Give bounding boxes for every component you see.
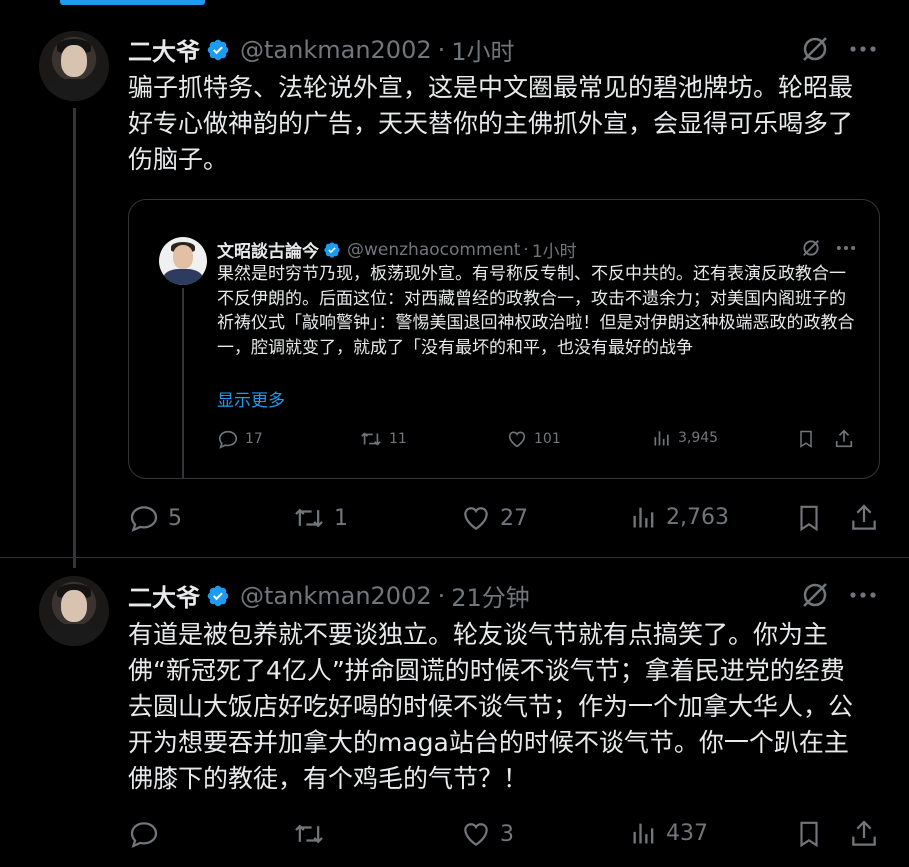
views-count: 2,763 bbox=[666, 504, 729, 530]
reply-button[interactable] bbox=[128, 818, 160, 850]
timestamp[interactable]: 21分钟 bbox=[451, 578, 530, 613]
reply-icon bbox=[130, 822, 158, 849]
quote-thread-line bbox=[182, 288, 184, 478]
views-count: 437 bbox=[666, 820, 708, 846]
quote-text: 果然是时穷节乃现，板荡现外宣。有号称反专制、不反中共的。还有表演反政教合一不反伊… bbox=[217, 264, 855, 358]
reply-icon bbox=[218, 430, 238, 449]
avatar[interactable] bbox=[39, 576, 109, 646]
reply-icon bbox=[130, 506, 158, 533]
like-button[interactable]: 27 bbox=[460, 502, 528, 534]
tweet-text: 骗子抓特务、法轮说外宣，这是中文圈最常见的碧池牌坊。轮昭最好专心做神韵的广告，天… bbox=[128, 73, 854, 174]
like-icon bbox=[464, 507, 488, 531]
reply-count: 5 bbox=[168, 505, 182, 531]
quote-author-handle[interactable]: @wenzhaocomment bbox=[347, 240, 520, 260]
quote-timestamp[interactable]: 1小时 bbox=[532, 237, 577, 262]
author-name[interactable]: 二大爷 bbox=[128, 578, 200, 613]
more-icon[interactable] bbox=[848, 588, 878, 602]
bookmark-icon[interactable] bbox=[794, 818, 824, 850]
tweet-divider bbox=[0, 557, 909, 558]
bookmark-icon[interactable] bbox=[796, 428, 816, 450]
like-count: 27 bbox=[500, 505, 528, 531]
quote-header: 文昭談古論今 @wenzhaocomment · 1小时 bbox=[217, 237, 577, 263]
grok-icon[interactable] bbox=[800, 34, 830, 64]
reply-count: 17 bbox=[245, 431, 263, 447]
author-handle[interactable]: @tankman2002 bbox=[240, 36, 432, 64]
active-tab-indicator bbox=[60, 0, 205, 5]
author-name[interactable]: 二大爷 bbox=[128, 32, 200, 67]
author-handle[interactable]: @tankman2002 bbox=[240, 582, 432, 610]
grok-icon[interactable] bbox=[801, 238, 821, 258]
more-icon[interactable] bbox=[835, 243, 857, 253]
timestamp[interactable]: 1小时 bbox=[451, 32, 514, 67]
bookmark-icon[interactable] bbox=[794, 502, 824, 534]
views-button[interactable]: 2,763 bbox=[630, 502, 729, 532]
share-icon[interactable] bbox=[848, 818, 880, 850]
retweet-count: 1 bbox=[334, 505, 348, 531]
verified-badge-icon bbox=[324, 241, 340, 258]
share-icon[interactable] bbox=[833, 428, 855, 450]
reply-button[interactable]: 5 bbox=[128, 502, 182, 534]
retweet-icon bbox=[295, 824, 323, 844]
thread-line bbox=[73, 108, 76, 568]
views-icon bbox=[633, 823, 654, 844]
like-count: 3 bbox=[500, 821, 514, 847]
views-button[interactable]: 3,945 bbox=[652, 428, 718, 448]
tweet-header: 二大爷 @tankman2002 · 1小时 bbox=[128, 32, 515, 67]
retweet-count: 11 bbox=[389, 431, 407, 447]
quote-card[interactable]: 文昭談古論今 @wenzhaocomment · 1小时 果然是时穷节乃现，板荡… bbox=[128, 199, 880, 479]
views-icon bbox=[654, 431, 669, 446]
like-button[interactable]: 3 bbox=[460, 818, 514, 850]
reply-button[interactable]: 17 bbox=[217, 428, 263, 450]
tweet-header: 二大爷 @tankman2002 · 21分钟 bbox=[128, 578, 530, 613]
views-button[interactable]: 437 bbox=[630, 818, 708, 848]
quote-avatar[interactable] bbox=[159, 237, 207, 285]
like-button[interactable]: 101 bbox=[506, 428, 561, 450]
show-more-link[interactable]: 显示更多 bbox=[217, 386, 285, 411]
grok-icon[interactable] bbox=[800, 580, 830, 610]
separator: · bbox=[523, 239, 529, 260]
views-icon bbox=[633, 507, 654, 528]
quote-author-name[interactable]: 文昭談古論今 bbox=[217, 237, 319, 262]
more-icon[interactable] bbox=[848, 42, 878, 56]
retweet-button[interactable]: 11 bbox=[359, 428, 407, 450]
retweet-button[interactable] bbox=[292, 818, 326, 850]
retweet-icon bbox=[295, 508, 323, 528]
tweet-text: 有道是被包养就不要谈独立。轮友谈气节就有点搞笑了。你为主佛“新冠死了4亿人”拼命… bbox=[128, 620, 854, 793]
share-icon[interactable] bbox=[848, 502, 880, 534]
retweet-button[interactable]: 1 bbox=[292, 502, 348, 534]
like-icon bbox=[464, 823, 488, 847]
views-count: 3,945 bbox=[678, 430, 719, 446]
retweet-icon bbox=[361, 432, 381, 446]
separator: · bbox=[437, 35, 446, 64]
like-icon bbox=[508, 431, 526, 448]
separator: · bbox=[437, 581, 446, 610]
verified-badge-icon bbox=[207, 585, 229, 606]
avatar[interactable] bbox=[39, 31, 109, 101]
like-count: 101 bbox=[534, 431, 561, 447]
verified-badge-icon bbox=[207, 39, 229, 60]
